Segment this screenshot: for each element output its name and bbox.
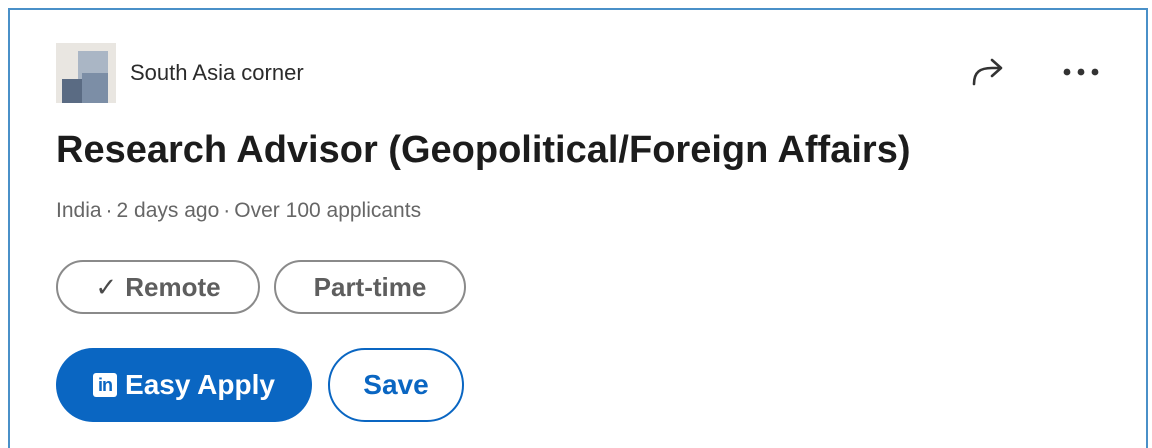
linkedin-icon: in <box>93 373 118 397</box>
job-posted-time: 2 days ago <box>116 199 220 222</box>
job-meta: India · 2 days ago · Over 100 applicants <box>56 197 421 225</box>
meta-separator: · <box>105 199 113 222</box>
job-applicant-count: Over 100 applicants <box>234 199 422 222</box>
job-title[interactable]: Research Advisor (Geopolitical/Foreign A… <box>56 127 910 173</box>
remote-chip[interactable]: ✓ Remote <box>56 260 260 314</box>
job-location: India <box>56 199 102 222</box>
part-time-chip[interactable]: Part-time <box>274 260 466 314</box>
more-options-icon <box>1063 68 1099 76</box>
share-arrow-icon <box>972 58 1003 86</box>
share-button[interactable] <box>968 52 1008 92</box>
check-icon: ✓ <box>95 271 118 302</box>
job-card: South Asia corner Research Advisor (Geop… <box>8 8 1148 448</box>
remote-chip-label: Remote <box>125 271 221 302</box>
easy-apply-label: Easy Apply <box>125 369 275 400</box>
easy-apply-button[interactable]: in Easy Apply <box>56 348 312 422</box>
meta-separator: · <box>223 199 231 222</box>
logo-shape <box>82 73 108 103</box>
logo-shape <box>62 79 82 103</box>
save-button[interactable]: Save <box>328 348 464 422</box>
company-logo[interactable] <box>56 43 116 103</box>
more-options-button[interactable] <box>1058 52 1104 92</box>
part-time-chip-label: Part-time <box>313 271 427 302</box>
company-name[interactable]: South Asia corner <box>130 60 304 86</box>
save-label: Save <box>363 369 429 400</box>
